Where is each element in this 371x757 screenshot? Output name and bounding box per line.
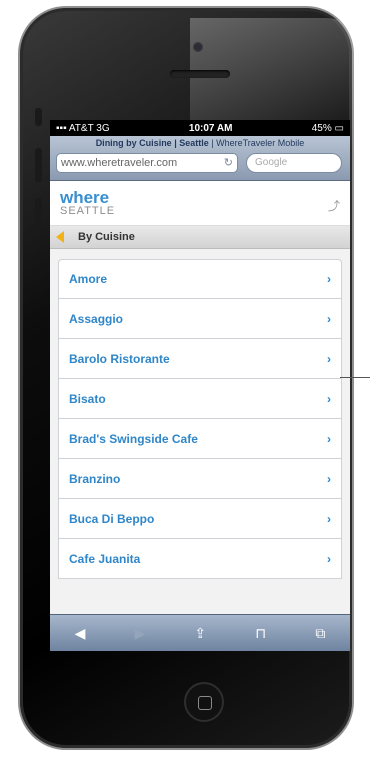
url-field[interactable]: www.wheretraveler.com ↻	[56, 153, 238, 173]
chevron-right-icon: ›	[327, 511, 331, 526]
volume-up-button	[35, 148, 42, 182]
browser-address-bar: Dining by Cuisine | Seattle | WhereTrave…	[50, 136, 350, 181]
restaurant-name: Amore	[69, 272, 108, 286]
chevron-right-icon: ›	[327, 471, 331, 486]
phone-screen: ▪▪▪ AT&T 3G 10:07 AM 45% ▭ Dining by Cui…	[50, 120, 350, 651]
breadcrumb-label: By Cuisine	[78, 231, 135, 243]
list-item[interactable]: Cafe Juanita ›	[58, 539, 342, 579]
chevron-right-icon: ›	[327, 431, 331, 446]
chevron-right-icon: ›	[327, 272, 331, 286]
restaurant-name: Brad's Swingside Cafe	[69, 431, 198, 446]
status-bar: ▪▪▪ AT&T 3G 10:07 AM 45% ▭	[50, 120, 350, 136]
bookmarks-icon[interactable]: ⊓	[255, 625, 266, 642]
breadcrumb[interactable]: By Cuisine	[50, 226, 350, 249]
chevron-right-icon: ›	[327, 351, 331, 366]
list-item[interactable]: Brad's Swingside Cafe ›	[58, 419, 342, 459]
clock: 10:07 AM	[188, 122, 233, 134]
site-header: where SEATTLE ⤴	[50, 181, 350, 226]
carrier-label: AT&T	[68, 122, 94, 134]
earpiece-speaker	[170, 70, 230, 78]
restaurant-name: Bisato	[69, 391, 106, 406]
logo-city: SEATTLE	[60, 205, 116, 217]
signal-icon: ▪▪▪	[56, 122, 67, 134]
reload-icon[interactable]: ↻	[224, 154, 233, 172]
chevron-right-icon: ›	[327, 551, 331, 566]
volume-down-button	[35, 198, 42, 232]
list-item[interactable]: Barolo Ristorante ›	[58, 339, 342, 379]
callout-line	[340, 377, 370, 378]
tabs-icon[interactable]: ⧉	[315, 625, 325, 642]
restaurant-name: Barolo Ristorante	[69, 351, 170, 366]
restaurant-name: Branzino	[69, 471, 121, 486]
chevron-right-icon: ›	[327, 311, 331, 326]
page-title: Dining by Cuisine | Seattle | WhereTrave…	[50, 136, 350, 148]
list-item[interactable]: Buca Di Beppo ›	[58, 499, 342, 539]
list-item[interactable]: Branzino ›	[58, 459, 342, 499]
share-icon[interactable]: ⤴	[328, 197, 340, 214]
mute-switch	[35, 108, 42, 126]
battery: 45% ▭	[312, 123, 344, 134]
back-arrow-icon[interactable]	[56, 231, 64, 243]
list-item[interactable]: Amore ›	[58, 259, 342, 299]
site-logo[interactable]: where SEATTLE	[60, 189, 115, 217]
battery-icon: ▭	[334, 122, 344, 134]
restaurant-name: Buca Di Beppo	[69, 511, 155, 526]
forward-icon[interactable]: ▶	[134, 625, 145, 642]
home-button[interactable]	[184, 682, 224, 722]
chevron-right-icon: ›	[327, 391, 331, 406]
browser-toolbar: ◀ ▶ ⇪ ⊓ ⧉	[50, 614, 350, 651]
network-label: 3G	[96, 122, 110, 134]
page-title-secondary: | WhereTraveler Mobile	[211, 138, 305, 148]
front-camera	[193, 42, 203, 52]
restaurant-list: Amore › Assaggio › Barolo Ristorante › Bisato ›…	[58, 259, 342, 579]
url-text: www.wheretraveler.com	[61, 157, 178, 169]
list-item[interactable]: Assaggio ›	[58, 299, 342, 339]
list-item[interactable]: Bisato ›	[58, 379, 342, 419]
logo-word: where	[60, 188, 110, 207]
restaurant-name: Assaggio	[69, 311, 124, 326]
signal-carrier: ▪▪▪ AT&T 3G	[56, 123, 110, 134]
search-input[interactable]: Google	[246, 153, 342, 173]
restaurant-name: Cafe Juanita	[69, 551, 141, 566]
page-title-primary: Dining by Cuisine | Seattle	[95, 138, 209, 148]
share-action-icon[interactable]: ⇪	[194, 625, 206, 642]
home-square-icon	[198, 696, 212, 710]
back-icon[interactable]: ◀	[75, 625, 86, 642]
battery-percent: 45%	[311, 122, 332, 134]
